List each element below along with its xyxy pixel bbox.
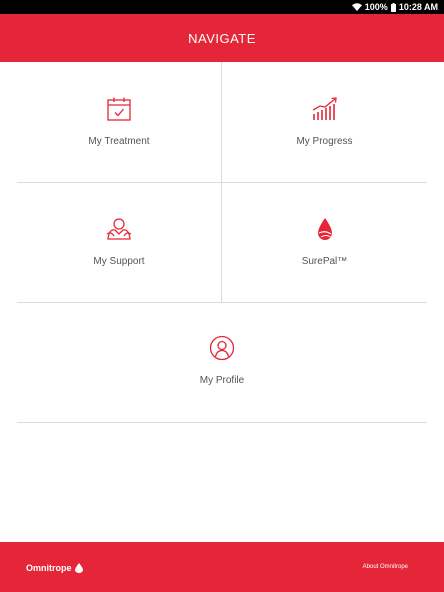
tile-label: My Treatment — [88, 136, 150, 147]
divider — [17, 302, 427, 303]
tile-my-treatment[interactable]: My Treatment — [17, 95, 221, 147]
navigate-header: NAVIGATE — [0, 14, 444, 62]
tile-my-progress[interactable]: My Progress — [222, 95, 427, 147]
tile-label: My Progress — [296, 136, 353, 147]
divider — [17, 422, 427, 423]
calendar-check-icon — [107, 97, 131, 121]
tile-surepal[interactable]: SurePal™ — [222, 215, 427, 267]
tile-label: SurePal™ — [301, 256, 348, 267]
tile-my-support[interactable]: My Support — [17, 215, 221, 267]
brand-name: Omnitrope — [26, 563, 72, 573]
page-title: NAVIGATE — [188, 30, 256, 46]
battery-icon — [390, 2, 396, 12]
brand-logo: Omnitrope — [26, 563, 83, 573]
growth-chart-icon — [312, 97, 337, 120]
tile-label: My Profile — [199, 375, 245, 386]
wifi-icon — [351, 3, 362, 11]
drop-logo-icon — [317, 218, 332, 240]
about-omnitrope-link[interactable]: About Omnitrope — [363, 564, 408, 570]
battery-percent: 100% — [364, 2, 388, 12]
profile-head-icon — [209, 335, 235, 361]
tile-label: My Support — [93, 256, 145, 267]
brand-drop-icon — [74, 563, 83, 573]
footer-bar: Omnitrope About Omnitrope — [0, 542, 444, 592]
tile-my-profile[interactable]: My Profile — [17, 334, 427, 386]
clock-time: 10:28 AM — [398, 2, 438, 12]
support-hands-icon — [106, 218, 132, 240]
status-bar: 100% 10:28 AM — [0, 0, 444, 14]
divider — [17, 182, 427, 183]
